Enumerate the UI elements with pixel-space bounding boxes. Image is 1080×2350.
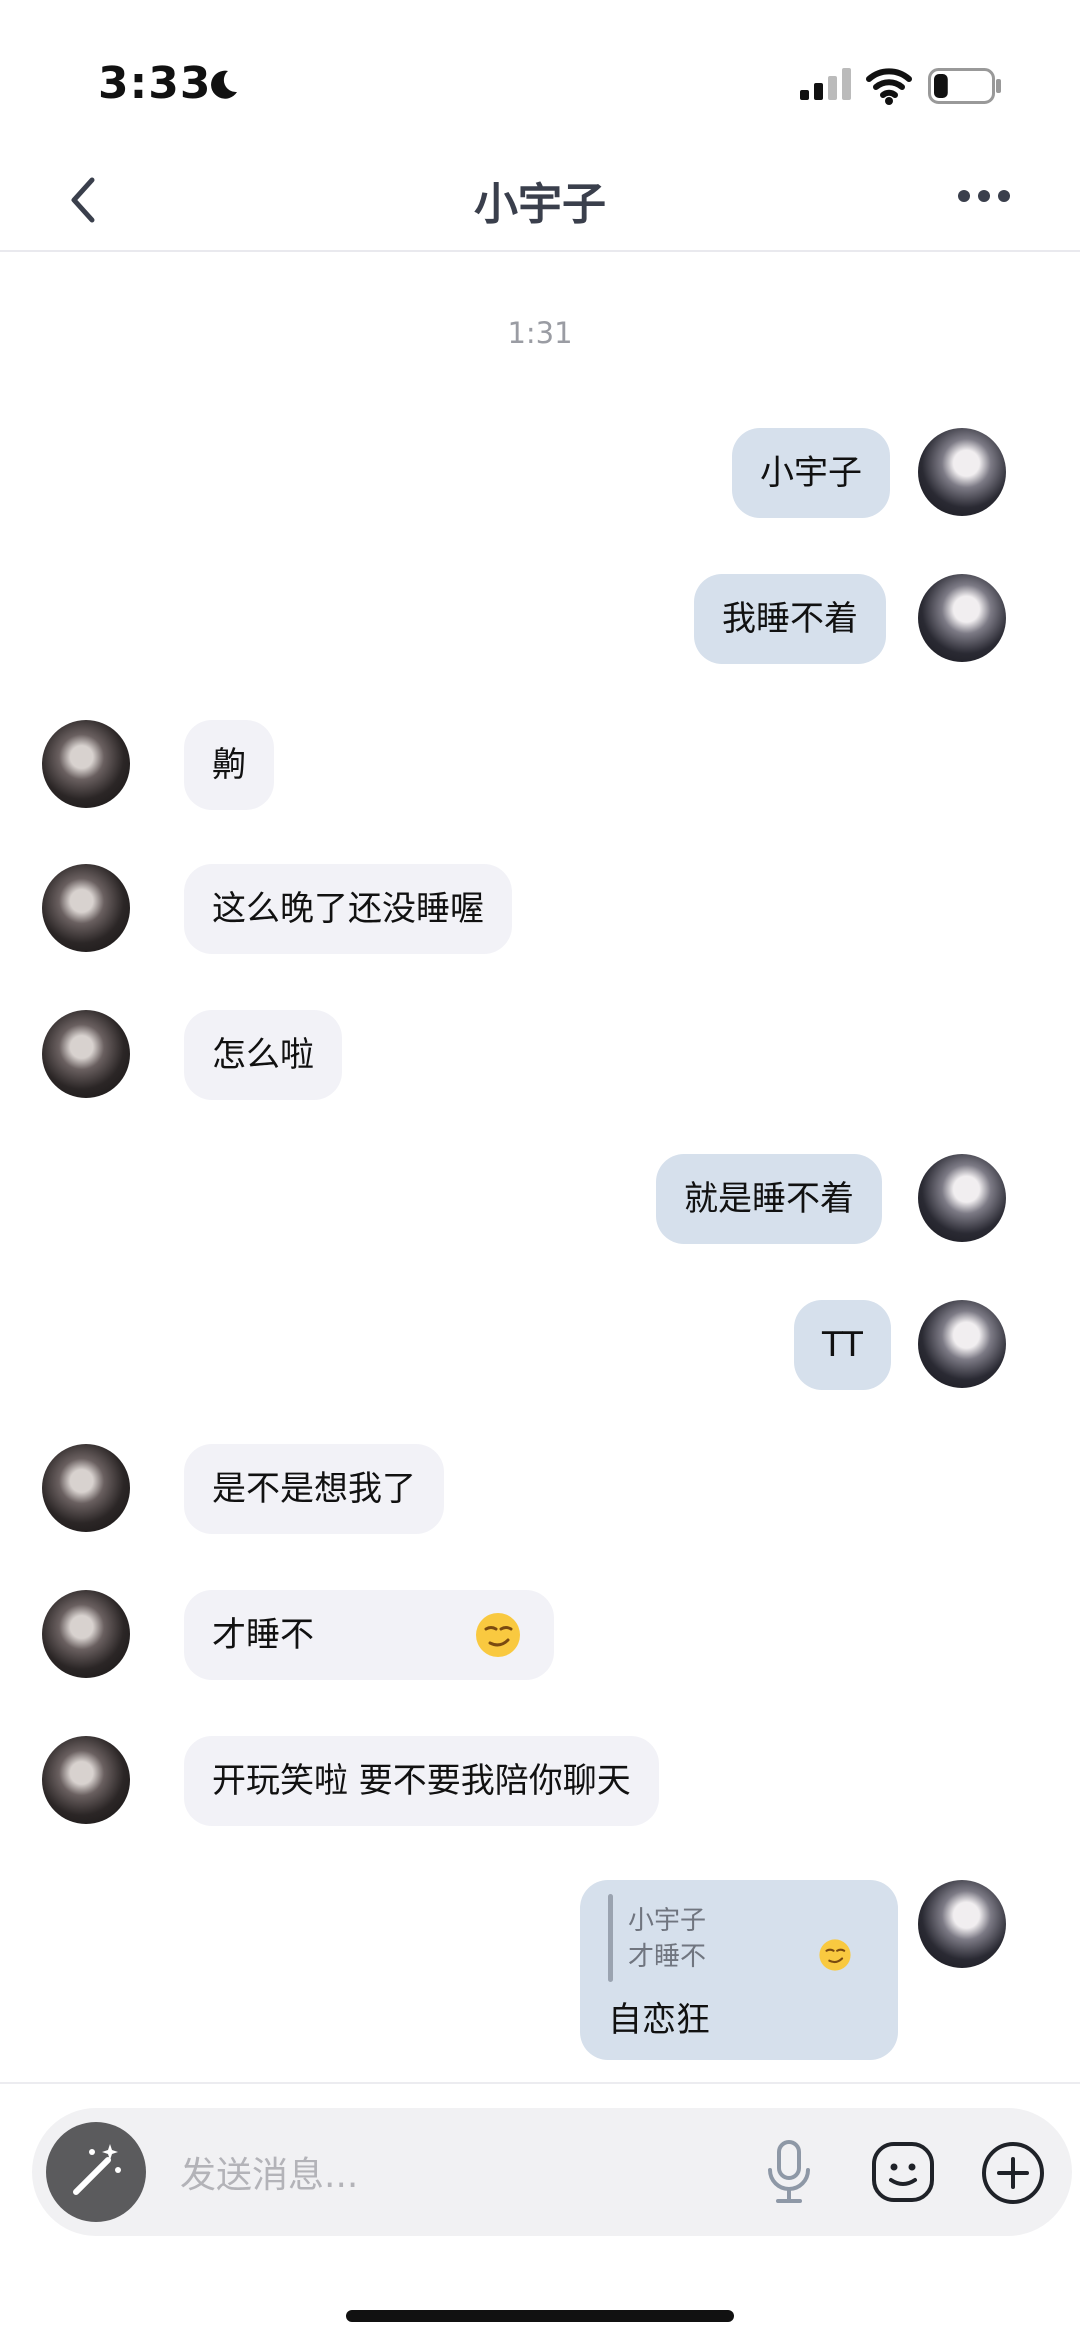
contact-avatar[interactable]	[42, 864, 130, 952]
cellular-signal-icon	[800, 68, 851, 100]
plus-circle-icon[interactable]	[980, 2140, 1046, 2206]
message-bubble[interactable]: 是不是想我了	[184, 1444, 444, 1534]
message-bubble[interactable]: 齁	[184, 720, 274, 810]
magic-wand-button[interactable]	[46, 2122, 146, 2222]
battery-icon	[928, 68, 1001, 104]
message-bubble[interactable]: 就是睡不着	[656, 1154, 882, 1244]
emoji-face-icon[interactable]	[870, 2140, 936, 2204]
my-avatar[interactable]	[918, 1880, 1006, 1968]
contact-avatar[interactable]	[42, 720, 130, 808]
contact-avatar[interactable]	[42, 1736, 130, 1824]
message-bubble[interactable]: 才睡不	[184, 1590, 554, 1680]
reply-message-bubble[interactable]: 小宇子 才睡不 自恋狂	[580, 1880, 898, 2060]
message-timestamp: 1:31	[507, 316, 573, 350]
more-dots-icon[interactable]	[956, 184, 1012, 208]
my-avatar[interactable]	[918, 428, 1006, 516]
chat-title[interactable]: 小宇子	[0, 168, 1080, 232]
my-avatar[interactable]	[918, 1300, 1006, 1388]
smirk-emoji	[819, 1939, 851, 1971]
microphone-icon[interactable]	[762, 2138, 816, 2206]
message-bubble[interactable]: 这么晚了还没睡喔	[184, 864, 512, 954]
my-avatar[interactable]	[918, 1154, 1006, 1242]
message-input-container[interactable]: 发送消息...	[32, 2108, 1072, 2236]
status-time: 3:33	[98, 58, 212, 109]
smirk-emoji	[476, 1613, 520, 1657]
message-input-placeholder[interactable]: 发送消息...	[180, 2146, 358, 2198]
quoted-text: 才睡不	[628, 1942, 707, 1972]
message-bubble[interactable]: TT	[794, 1300, 891, 1390]
wifi-icon	[866, 68, 912, 105]
message-text: 才睡不	[212, 1615, 314, 1655]
contact-avatar[interactable]	[42, 1590, 130, 1678]
message-bubble[interactable]: 小宇子	[732, 428, 890, 518]
magic-wand-icon	[73, 2144, 121, 2195]
home-indicator[interactable]	[346, 2310, 734, 2322]
chat-header: 小宇子	[0, 150, 1080, 252]
status-bar: 3:33	[0, 0, 1080, 150]
reply-text: 自恋狂	[608, 2000, 710, 2040]
message-bubble[interactable]: 我睡不着	[694, 574, 886, 664]
quote-bar	[608, 1894, 613, 1982]
moon-icon	[211, 70, 237, 99]
message-bubble[interactable]: 怎么啦	[184, 1010, 342, 1100]
contact-avatar[interactable]	[42, 1010, 130, 1098]
quoted-sender: 小宇子	[628, 1906, 707, 1936]
my-avatar[interactable]	[918, 574, 1006, 662]
message-bubble[interactable]: 开玩笑啦 要不要我陪你聊天	[184, 1736, 659, 1826]
contact-avatar[interactable]	[42, 1444, 130, 1532]
